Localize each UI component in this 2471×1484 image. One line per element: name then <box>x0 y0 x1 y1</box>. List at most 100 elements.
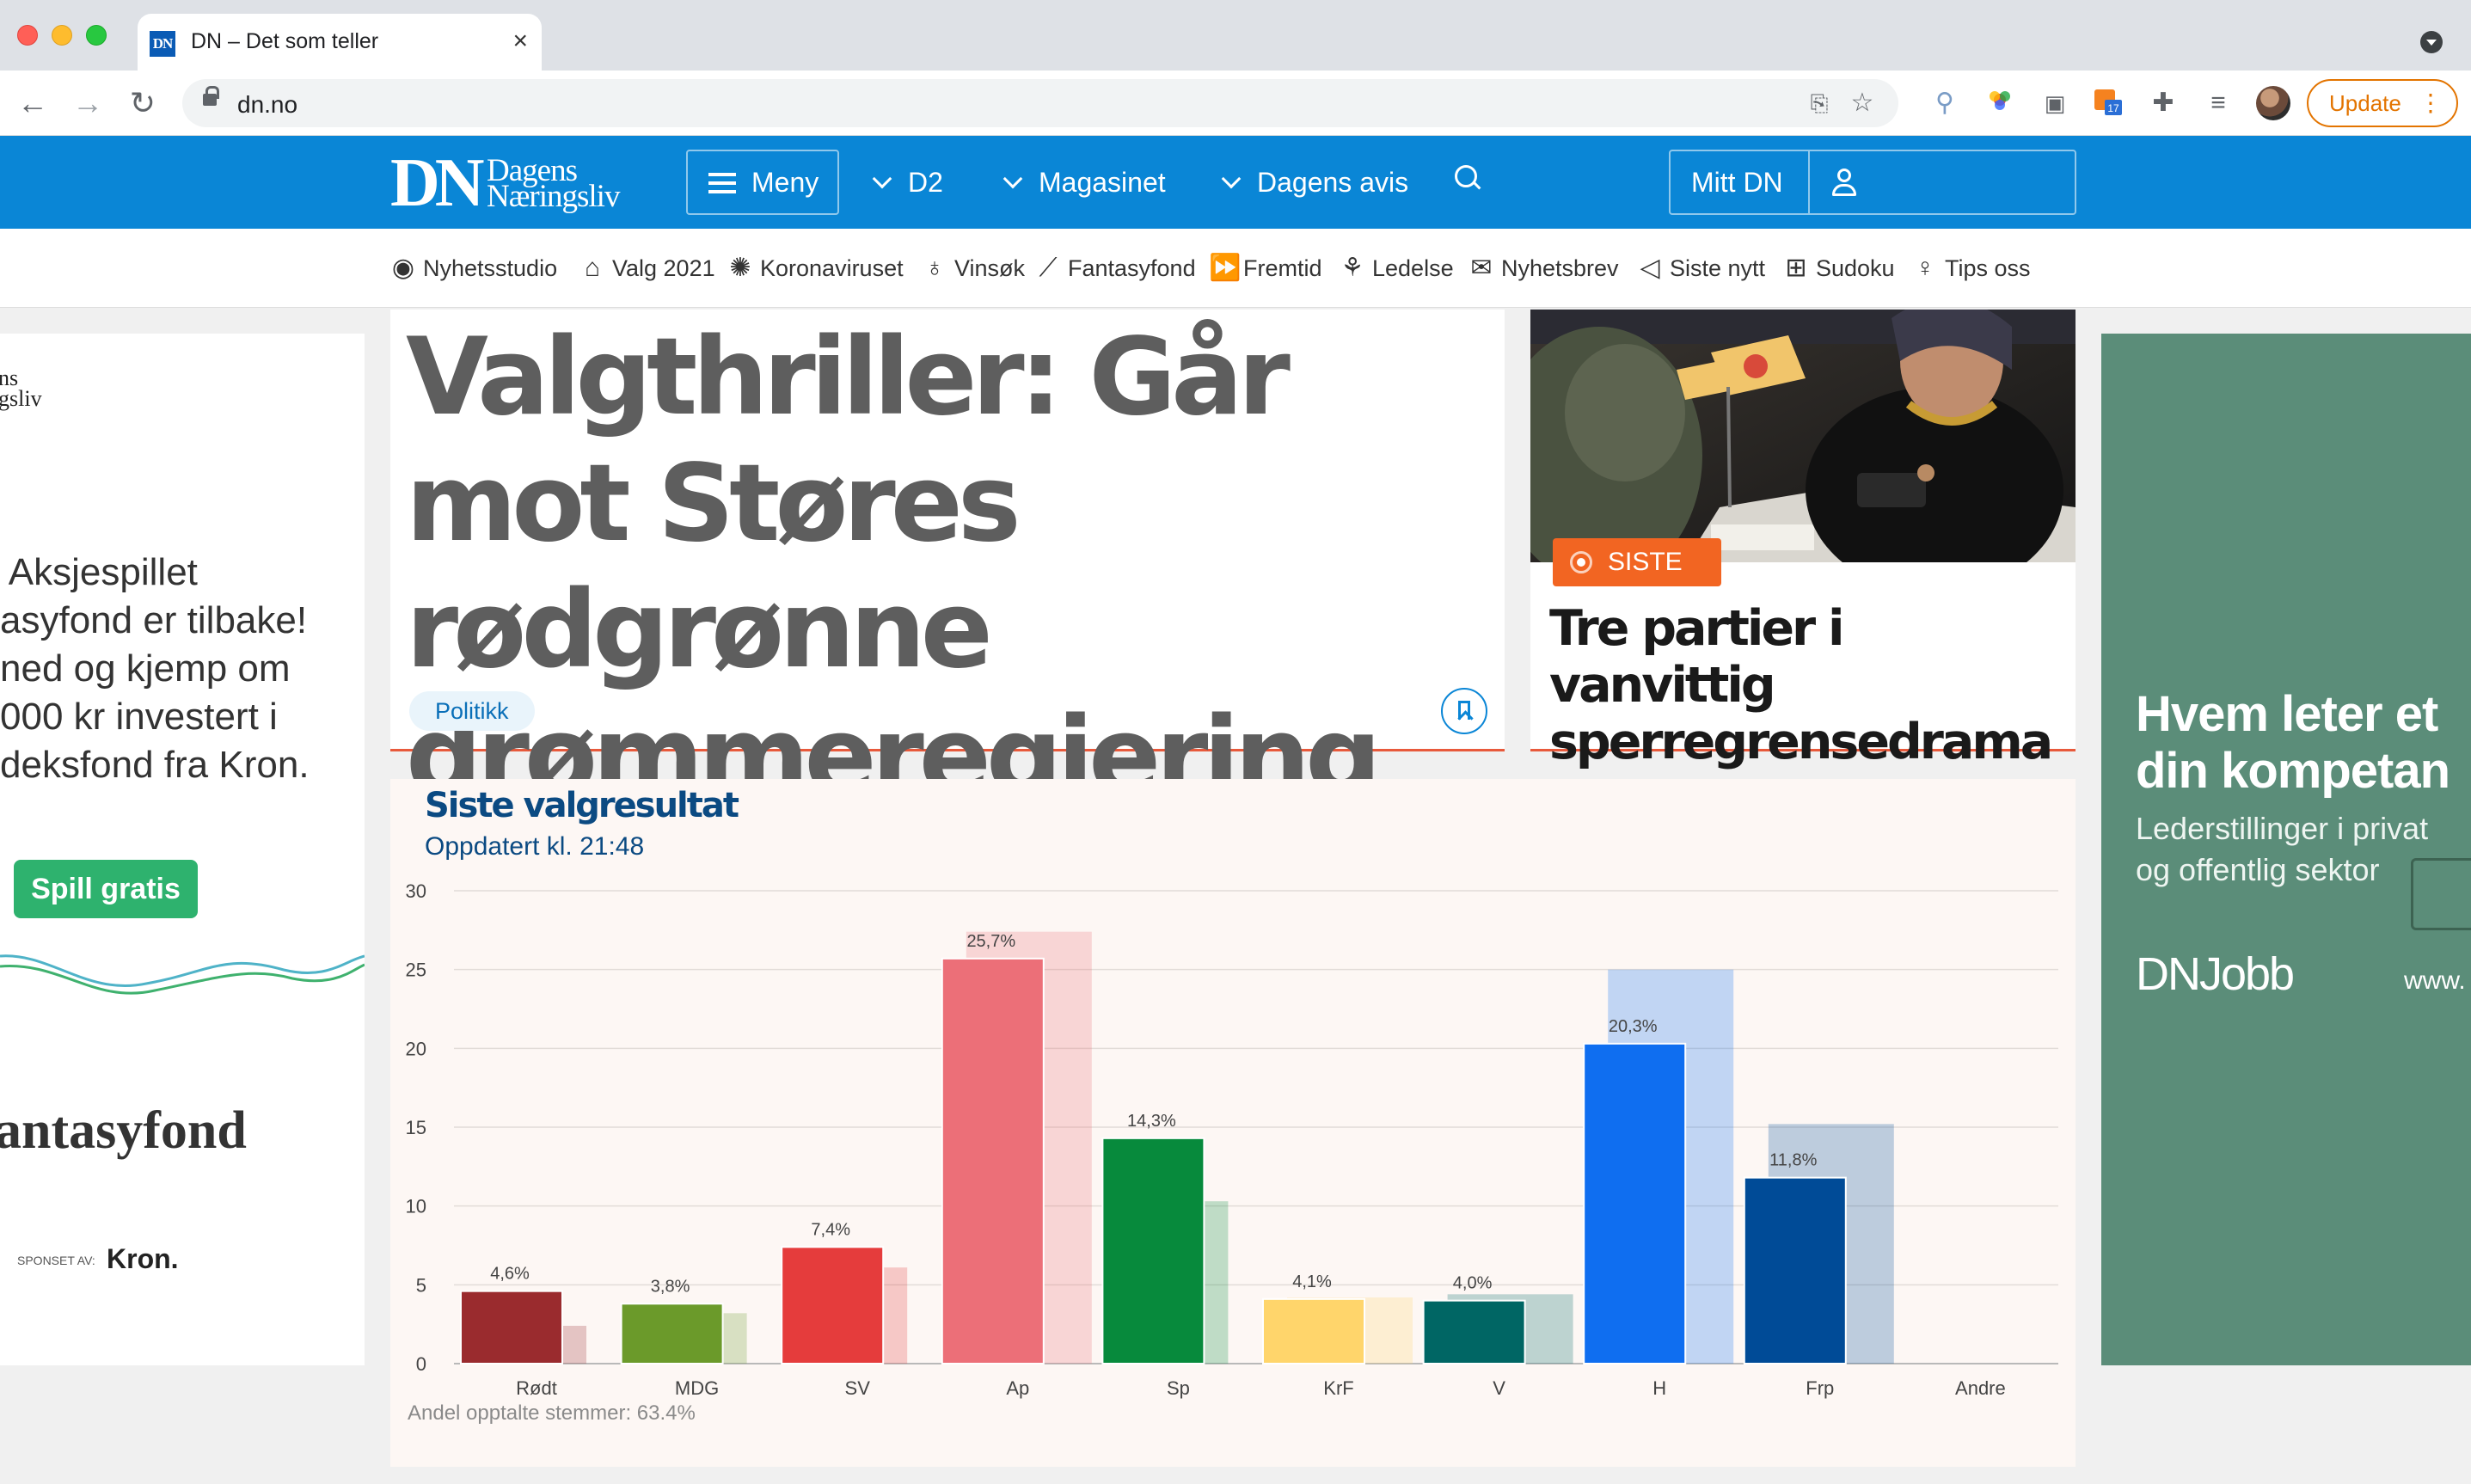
bar-V[interactable] <box>1422 1299 1526 1365</box>
main-story-card[interactable]: Valgthriller: Går mot Støres rødgrønne d… <box>390 310 1505 819</box>
side-story-photo[interactable] <box>1530 310 2076 562</box>
bar-MDG[interactable] <box>620 1303 724 1364</box>
ad-fantasyfond-brand: antasyfond <box>0 1101 247 1160</box>
subnav-item-vinsok[interactable]: ♁ Vinsøk <box>920 253 1025 284</box>
tab-close-icon[interactable]: × <box>512 26 528 57</box>
subnav-item-sudoku[interactable]: ⊞ Sudoku <box>1781 253 1895 284</box>
ad-sponsor-kron: Kron. <box>107 1243 179 1274</box>
side-story-headline[interactable]: Tre partier i vanvittig sperregrensedram… <box>1549 600 2065 770</box>
data-label-MDG: 3,8% <box>651 1277 690 1296</box>
bar-H[interactable] <box>1583 1042 1687 1364</box>
chart-line-icon: ⟋ <box>1039 254 1058 282</box>
bar-Rødt[interactable] <box>460 1290 563 1365</box>
siste-badge: SISTE <box>1553 538 1721 586</box>
nav-link-dagens-avis[interactable]: Dagens avis <box>1219 150 1408 215</box>
url-text: dn.no <box>237 91 298 118</box>
extension-search-icon[interactable]: ⚲ <box>1928 86 1962 120</box>
bar-previous-SV[interactable] <box>883 1267 908 1364</box>
bar-SV[interactable] <box>781 1246 885 1364</box>
bookmark-icon[interactable] <box>1441 688 1487 734</box>
tab-title: DN – Det som teller <box>191 29 379 53</box>
extension-tab-icon[interactable]: ▣ <box>2038 86 2072 120</box>
bar-KrF[interactable] <box>1262 1297 1365 1364</box>
translate-icon[interactable]: ⎘ <box>1802 86 1836 120</box>
subnav-label: Koronaviruset <box>760 255 904 281</box>
search-icon[interactable] <box>1455 165 1482 193</box>
story-tag[interactable]: Politikk <box>409 691 535 731</box>
bar-previous-Sp[interactable] <box>1204 1201 1229 1364</box>
account-divider <box>1808 151 1810 213</box>
update-button[interactable]: Update ⋮ <box>2307 79 2458 127</box>
subnav-item-tips-oss[interactable]: ♀ Tips oss <box>1910 253 2031 284</box>
bar-Ap[interactable] <box>941 957 1045 1364</box>
ad-dn-logo-fragment: ns gsliv <box>0 365 42 411</box>
subnav-item-nyhetsbrev[interactable]: ✉ Nyhetsbrev <box>1467 253 1618 284</box>
extensions-puzzle-icon[interactable]: ✚ <box>2146 86 2180 120</box>
extension-calendar-icon[interactable]: 17 <box>2091 86 2125 120</box>
tab-search-menu-icon[interactable] <box>2420 31 2443 53</box>
y-tick-label: 10 <box>406 1196 426 1217</box>
wine-glass-icon: ♁ <box>924 254 945 282</box>
bar-previous-MDG[interactable] <box>722 1313 747 1364</box>
ad-right-headline: Hvem leter et din kompetan <box>2136 686 2450 799</box>
dn-favicon-icon: DN <box>150 31 175 57</box>
subnav-item-fremtid[interactable]: ⏩Fremtid <box>1209 253 1322 284</box>
back-arrow-icon[interactable]: ← <box>14 84 52 122</box>
bar-Sp[interactable] <box>1101 1137 1205 1364</box>
nav-link-label: D2 <box>908 167 943 198</box>
logo-name: Dagens Næringsliv <box>487 155 620 212</box>
subnav-item-fantasyfond[interactable]: ⟋ Fantasyfond <box>1033 253 1196 284</box>
data-label-V: 4,0% <box>1453 1274 1493 1293</box>
data-label-SV: 7,4% <box>811 1220 850 1239</box>
right-advertisement[interactable]: Hvem leter et din kompetan Lederstilling… <box>2101 334 2471 1365</box>
close-window-button[interactable] <box>17 25 38 46</box>
x-tick-label: Ap <box>1006 1377 1029 1399</box>
account-label: Mitt DN <box>1691 167 1783 198</box>
nav-link-d2[interactable]: D2 <box>870 150 943 215</box>
spill-gratis-button[interactable]: Spill gratis <box>14 860 198 918</box>
side-story-card[interactable]: SISTE Tre partier i vanvittig sperregren… <box>1530 310 2076 770</box>
left-advertisement[interactable]: ns gsliv Aksjespillet asyfond er tilbake… <box>0 334 365 1365</box>
bar-previous-Rødt[interactable] <box>562 1326 586 1364</box>
bar-Frp[interactable] <box>1743 1176 1847 1364</box>
subnav-item-koronaviruset[interactable]: ✺ Koronaviruset <box>726 253 904 284</box>
y-tick-label: 25 <box>406 960 426 981</box>
data-label-H: 20,3% <box>1609 1017 1658 1036</box>
site-header: DN Dagens Næringsliv Meny D2 Magasinet D… <box>0 136 2471 229</box>
bookmark-star-icon[interactable]: ☆ <box>1845 86 1879 120</box>
data-label-Frp: 11,8% <box>1769 1151 1817 1170</box>
nav-link-label: Dagens avis <box>1257 167 1409 198</box>
subnav-item-ledelse[interactable]: ⚘ Ledelse <box>1338 253 1454 284</box>
subnav-label: Sudoku <box>1816 255 1895 281</box>
menu-button[interactable]: Meny <box>686 150 839 215</box>
svg-text:17: 17 <box>2107 102 2119 114</box>
chart-footnote: Andel opptalte stemmer: 63.4% <box>408 1401 696 1425</box>
browser-tab-bar: DN DN – Det som teller × <box>0 0 2471 71</box>
subnav-item-nyhetsstudio[interactable]: ◉ Nyhetsstudio <box>389 253 557 284</box>
browser-tab[interactable]: DN DN – Det som teller × <box>138 14 542 71</box>
lightbulb-icon: ♀ <box>1915 254 1935 282</box>
main-story-headline[interactable]: Valgthriller: Går mot Støres rødgrønne d… <box>406 315 1498 820</box>
ad-right-url: www. <box>2404 966 2466 995</box>
subnav-item-valg-2021[interactable]: ⌂ Valg 2021 <box>578 253 715 284</box>
account-button[interactable]: Mitt DN <box>1669 150 2076 215</box>
minimize-window-button[interactable] <box>52 25 72 46</box>
chart-subtitle: Oppdatert kl. 21:48 <box>425 832 645 861</box>
election-night-photo <box>1530 310 2076 562</box>
fast-forward-icon: ⏩ <box>1209 254 1242 282</box>
media-queue-icon[interactable]: ≡ <box>2201 86 2235 120</box>
chevron-down-icon <box>1003 169 1023 189</box>
subnav-item-siste-nytt[interactable]: ◁ Siste nytt <box>1635 253 1765 284</box>
chevron-down-icon <box>1221 169 1242 189</box>
address-bar[interactable]: dn.no ⎘ ☆ <box>182 79 1898 127</box>
x-tick-label: SV <box>845 1377 871 1399</box>
user-icon[interactable] <box>1830 169 1858 196</box>
reload-icon[interactable]: ↻ <box>124 84 162 122</box>
extension-color-wheel-icon[interactable] <box>1983 86 2017 120</box>
profile-avatar[interactable] <box>2256 86 2290 120</box>
nav-link-magasinet[interactable]: Magasinet <box>1001 150 1166 215</box>
ballot-box-icon: ⌂ <box>584 254 601 282</box>
forward-arrow-icon[interactable]: → <box>69 84 107 122</box>
maximize-window-button[interactable] <box>86 25 107 46</box>
x-tick-label: Sp <box>1167 1377 1190 1399</box>
